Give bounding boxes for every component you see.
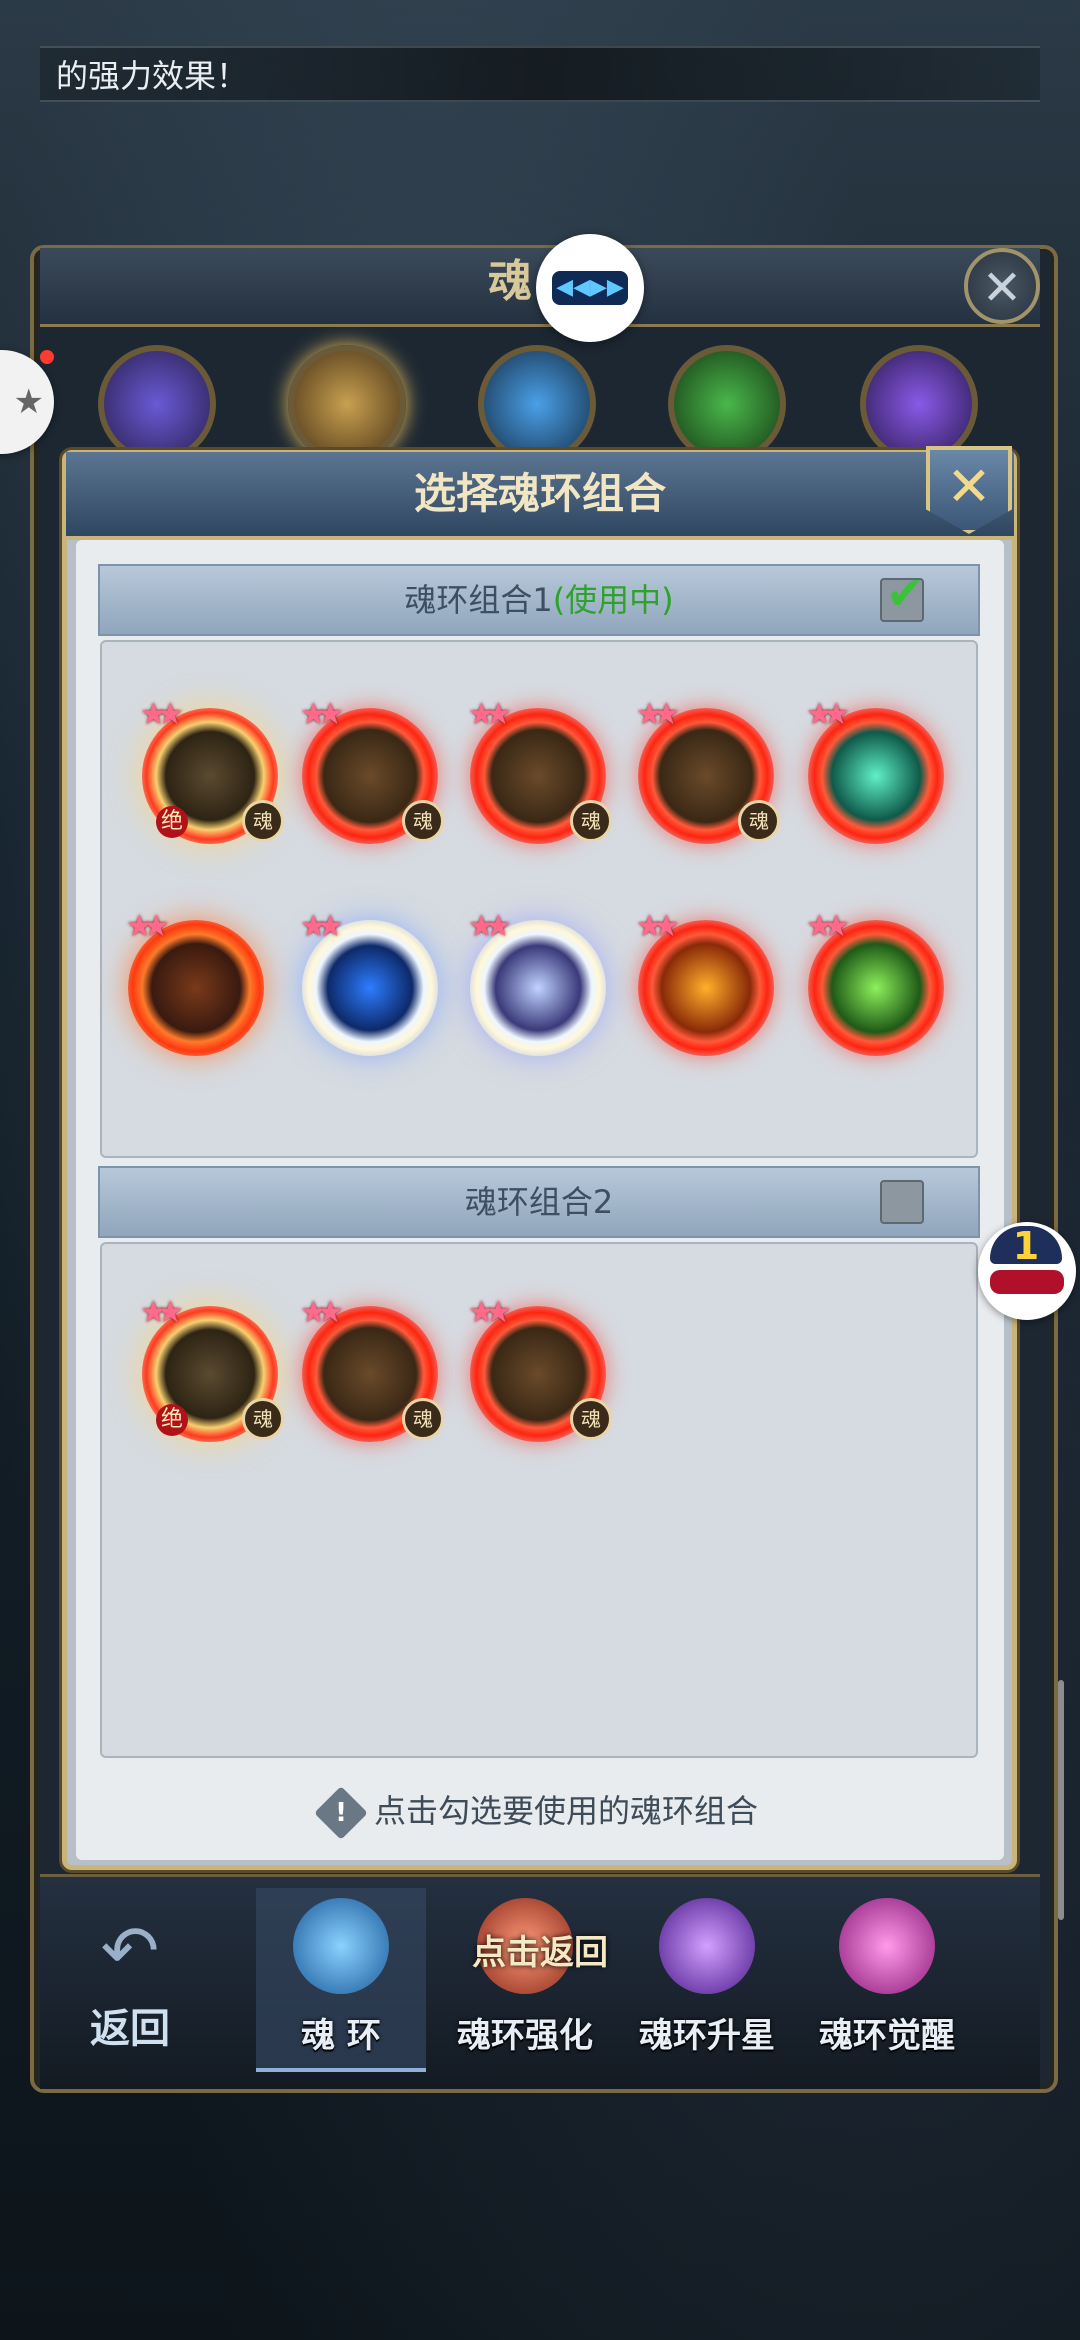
- blue-gem-icon: [293, 1898, 389, 1994]
- top-soul-ring-4[interactable]: [668, 345, 786, 463]
- tap-to-return-hint[interactable]: 点击返回: [420, 1928, 660, 1978]
- pink-gem-icon: [839, 1898, 935, 1994]
- floating-mascot-button[interactable]: 1: [978, 1222, 1076, 1320]
- soul-badge-icon: 魂: [242, 1398, 284, 1440]
- tab-soul-ring[interactable]: 魂 环: [256, 1888, 426, 2072]
- combo-2-header[interactable]: 魂环组合2: [98, 1166, 980, 1238]
- back-label: 返回: [90, 2006, 170, 2052]
- tab-label: 魂环觉醒: [819, 2016, 955, 2056]
- tab-label: 魂环升星: [639, 2016, 775, 2056]
- star-icon: ★★: [806, 697, 850, 732]
- combo-1-checkbox[interactable]: ✔: [880, 566, 925, 622]
- combo-1-label: 魂环组合1: [404, 581, 553, 619]
- panel-close-button[interactable]: ✕: [964, 248, 1040, 324]
- star-icon: ★★: [636, 697, 680, 732]
- scrollbar[interactable]: [1058, 1680, 1064, 1920]
- jue-badge: 绝: [156, 806, 188, 838]
- star-icon: ★★: [806, 909, 850, 944]
- soul-ring-slot[interactable]: ★★ 魂: [636, 698, 780, 844]
- combo-2-checkbox[interactable]: [880, 1180, 924, 1224]
- tab-soul-ring-enhance[interactable]: 魂环强化: [440, 1888, 610, 2068]
- dialog-title: 选择魂环组合: [413, 469, 666, 518]
- top-soul-ring-5[interactable]: [860, 345, 978, 463]
- announcement-banner: 的强力效果！: [40, 46, 1040, 102]
- combo-1-status: (使用中): [552, 581, 674, 619]
- star-icon: ★★: [300, 1295, 344, 1330]
- soul-ring-slot[interactable]: ★★ 魂: [468, 1296, 612, 1442]
- star-icon: ★★: [468, 909, 512, 944]
- tab-label: 魂 环: [301, 2016, 381, 2056]
- star-icon: ★★: [636, 909, 680, 944]
- purple-gem-icon: [659, 1898, 755, 1994]
- combo-2-label: 魂环组合2: [464, 1183, 614, 1221]
- mascot-count-badge: 1: [990, 1226, 1062, 1266]
- back-arrow-icon: ↶: [100, 1910, 160, 1992]
- soul-ring-slot[interactable]: ★★: [468, 910, 606, 1056]
- soul-ring-slot[interactable]: ★★: [300, 910, 438, 1056]
- announcement-text: 的强力效果！: [56, 57, 249, 95]
- star-icon: ★★: [126, 909, 170, 944]
- mascot-glasses-icon: [990, 1270, 1064, 1294]
- floating-game-assistant[interactable]: ◀◀▶▶: [536, 234, 644, 342]
- checkmark-icon: ✔: [886, 566, 925, 620]
- selection-hint: ! 点击勾选要使用的魂环组合: [76, 1776, 1004, 1846]
- soul-ring-slot[interactable]: ★★: [806, 698, 944, 844]
- jue-badge: 绝: [156, 1404, 188, 1436]
- soul-ring-slot[interactable]: ★★: [636, 910, 774, 1056]
- soul-badge-icon: 魂: [570, 800, 612, 842]
- soul-ring-slot[interactable]: ★★ 绝 魂: [140, 698, 284, 844]
- soul-ring-panel-title: 魂: [488, 256, 532, 307]
- hint-text: 点击勾选要使用的魂环组合: [373, 1792, 758, 1830]
- star-icon: ★★: [140, 697, 184, 732]
- warning-icon: !: [314, 1786, 368, 1840]
- star-icon: ★★: [300, 909, 344, 944]
- back-button[interactable]: ↶ 返回: [70, 1906, 190, 2056]
- tab-soul-ring-awaken[interactable]: 魂环觉醒: [802, 1888, 972, 2068]
- soul-ring-slot[interactable]: ★★: [126, 910, 264, 1056]
- star-icon: ★★: [468, 1295, 512, 1330]
- soul-ring-slot[interactable]: ★★: [806, 910, 944, 1056]
- notification-dot: [40, 350, 54, 364]
- soul-badge-icon: 魂: [570, 1398, 612, 1440]
- top-soul-ring-3[interactable]: [478, 345, 596, 463]
- soul-badge-icon: 魂: [402, 1398, 444, 1440]
- soul-ring-slot[interactable]: ★★ 魂: [300, 1296, 444, 1442]
- tab-label: 魂环强化: [457, 2016, 593, 2056]
- tab-soul-ring-star[interactable]: 魂环升星: [622, 1888, 792, 2068]
- star-icon: ★★: [468, 697, 512, 732]
- soul-badge-icon: 魂: [738, 800, 780, 842]
- glasses-icon: ◀◀▶▶: [552, 271, 628, 305]
- soul-badge-icon: 魂: [242, 800, 284, 842]
- top-soul-ring-2[interactable]: [288, 345, 406, 463]
- top-soul-ring-1[interactable]: [98, 345, 216, 463]
- soul-ring-slot[interactable]: ★★ 绝 魂: [140, 1296, 284, 1442]
- soul-ring-slot[interactable]: ★★ 魂: [468, 698, 612, 844]
- soul-badge-icon: 魂: [402, 800, 444, 842]
- soul-ring-slot[interactable]: ★★ 魂: [300, 698, 444, 844]
- combo-1-header[interactable]: 魂环组合1(使用中): [98, 564, 980, 636]
- star-icon: ★★: [140, 1295, 184, 1330]
- star-icon: ★★: [300, 697, 344, 732]
